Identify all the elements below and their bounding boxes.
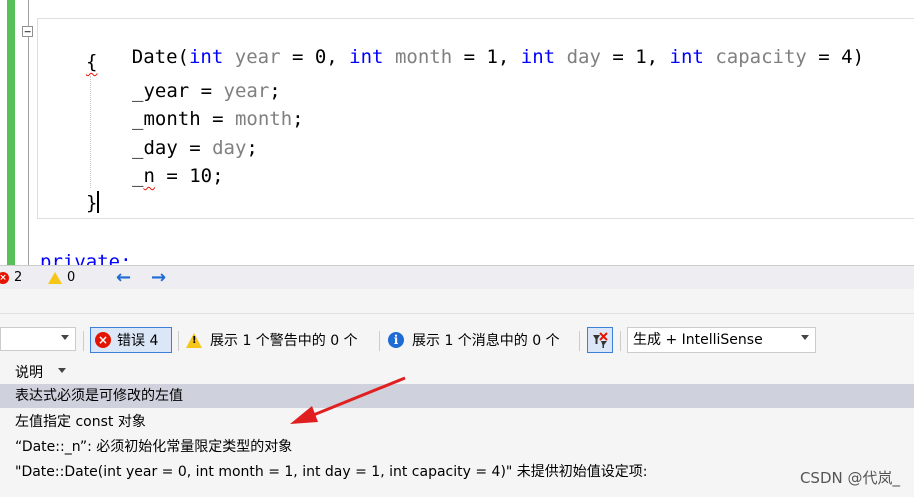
code-text: ;	[292, 108, 304, 130]
error-description: 左值指定 const 对象	[15, 414, 146, 430]
member-name: _month	[132, 108, 201, 130]
code-text: = 1,	[600, 46, 670, 68]
divider	[83, 331, 84, 351]
code-line-private[interactable]: private:	[40, 250, 132, 265]
divider	[379, 331, 380, 351]
code-line-brace-open[interactable]: {	[86, 50, 97, 74]
code-text: =	[200, 108, 235, 130]
chevron-down-icon	[801, 335, 809, 340]
errors-filter-button[interactable]: × 错误 4	[90, 327, 172, 353]
warning-count: 0	[67, 270, 76, 285]
error-description: 表达式必须是可修改的左值	[15, 388, 183, 404]
editor-status-strip: × 2 0 ← →	[0, 265, 914, 290]
error-icon: ×	[0, 271, 9, 284]
member-prefix: _	[132, 165, 144, 187]
constructor-name: Date(	[131, 46, 189, 68]
warnings-filter-label: 展示 1 个警告中的 0 个	[210, 333, 358, 349]
param-name: capacity	[715, 46, 807, 68]
error-count-indicator[interactable]: × 2	[0, 270, 22, 285]
member-name-error: n	[143, 165, 155, 187]
watermark: CSDN @代岚_	[799, 469, 900, 487]
code-text: =	[189, 80, 224, 102]
code-text: = 1,	[452, 46, 521, 68]
param-name: month	[234, 108, 293, 130]
keyword: int	[188, 46, 224, 68]
brace-close: }	[86, 192, 98, 214]
member-name: _year	[132, 80, 190, 102]
param-name: month	[394, 46, 453, 68]
list-item[interactable]: "Date::Date(int year = 0, int month = 1,…	[0, 460, 914, 484]
divider	[579, 331, 580, 351]
error-description: "Date::Date(int year = 0, int month = 1,…	[15, 464, 648, 480]
code-text: =	[177, 137, 213, 159]
code-text: = 0,	[280, 46, 350, 68]
errors-filter-label: 错误 4	[117, 333, 159, 349]
param-name: day	[212, 137, 247, 159]
error-icon: ×	[95, 332, 111, 348]
list-item[interactable]: 表达式必须是可修改的左值	[0, 384, 914, 408]
panel-header-strip	[0, 289, 914, 314]
error-description: “Date::_n”: 必须初始化常量限定类型的对象	[15, 439, 293, 455]
list-item[interactable]: “Date::_n”: 必须初始化常量限定类型的对象	[0, 435, 914, 459]
code-line-assign-year[interactable]: _year = year;	[132, 79, 281, 103]
error-list-toolbar: × 错误 4 展示 1 个警告中的 0 个 i 展示 1 个消息中的 0 个 生…	[0, 323, 914, 357]
keyword: int	[349, 46, 384, 68]
keyword: private:	[40, 251, 132, 265]
code-editor[interactable]: − Date(int year = 0, int month = 1, int …	[0, 0, 914, 265]
collapse-toggle-icon[interactable]: −	[22, 26, 33, 37]
error-list-panel: × 错误 4 展示 1 个警告中的 0 个 i 展示 1 个消息中的 0 个 生…	[0, 289, 914, 497]
column-header-description[interactable]: 说明	[0, 357, 914, 383]
scope-dropdown[interactable]	[0, 327, 76, 351]
warning-count-indicator[interactable]: 0	[48, 270, 75, 285]
filter-icon[interactable]	[587, 327, 613, 353]
param-name: year	[223, 80, 270, 102]
chevron-down-icon	[58, 368, 66, 373]
messages-filter-button[interactable]: i 展示 1 个消息中的 0 个	[388, 327, 560, 353]
member-name: _day	[132, 137, 178, 159]
code-text: = 4)	[806, 46, 865, 68]
code-text: ;	[246, 137, 258, 159]
column-header-label: 说明	[15, 365, 43, 381]
chevron-down-icon	[61, 335, 69, 340]
divider	[620, 331, 621, 351]
change-tracking-bar	[7, 0, 15, 265]
code-line-assign-day[interactable]: _day = day;	[132, 136, 258, 160]
navigate-back-icon[interactable]: ←	[116, 267, 131, 288]
divider	[178, 331, 179, 351]
navigate-forward-icon[interactable]: →	[151, 267, 166, 288]
warning-icon	[186, 332, 202, 348]
build-source-dropdown[interactable]: 生成 + IntelliSense	[627, 327, 816, 353]
code-text: =	[154, 165, 190, 187]
code-line-assign-n[interactable]: _n = 10;	[132, 164, 224, 188]
code-text: ;	[212, 165, 224, 187]
messages-filter-label: 展示 1 个消息中的 0 个	[412, 333, 560, 349]
literal-value: 10	[189, 165, 213, 187]
text-caret	[97, 191, 99, 213]
code-line-brace-close[interactable]: }	[86, 191, 97, 215]
brace-open: {	[86, 51, 98, 73]
keyword: int	[669, 46, 704, 68]
param-name: day	[566, 46, 601, 68]
code-text: ;	[269, 80, 281, 102]
warning-icon	[48, 271, 62, 284]
code-line-assign-month[interactable]: _month = month;	[132, 107, 304, 131]
param-name: year	[234, 46, 281, 68]
list-item[interactable]: 左值指定 const 对象	[0, 410, 914, 434]
keyword: int	[520, 46, 556, 68]
error-count: 2	[14, 270, 23, 285]
outline-line	[28, 0, 29, 265]
warnings-filter-button[interactable]: 展示 1 个警告中的 0 个	[186, 327, 358, 353]
build-source-value: 生成 + IntelliSense	[633, 332, 763, 348]
info-icon: i	[388, 332, 404, 348]
